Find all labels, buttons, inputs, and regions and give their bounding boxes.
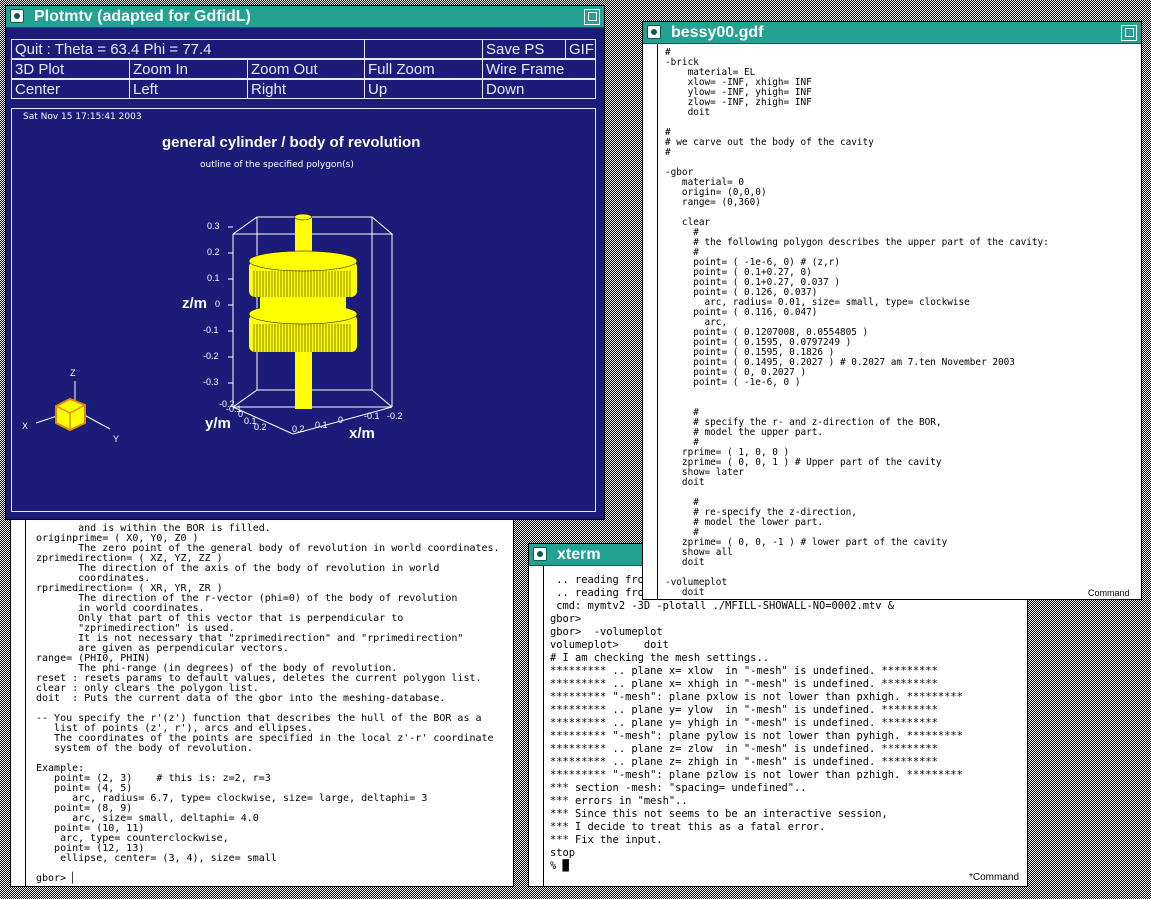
z-tick-label: -0.3	[203, 377, 219, 387]
triad-z-label: Z	[70, 368, 76, 378]
y-tick-label: 0.1	[244, 416, 257, 426]
x-tick-label: -0.1	[364, 411, 380, 421]
z-axis-ticks	[228, 226, 233, 384]
maximize-icon[interactable]	[1121, 25, 1137, 41]
plotmtv-window[interactable]: Plotmtv (adapted for GdfidL) Quit : Thet…	[5, 5, 605, 520]
axis-triad	[35, 381, 111, 432]
window-menu-icon[interactable]	[10, 9, 24, 23]
quit-theta-phi-button[interactable]: Quit : Theta = 63.4 Phi = 77.4	[11, 39, 365, 59]
scrollbar[interactable]	[11, 514, 26, 886]
bessy-editor-text[interactable]: # -brick material= EL xlow= -INF, xhigh=…	[665, 48, 1049, 598]
zoom-in-button[interactable]: Zoom In	[129, 59, 248, 79]
xterm-text: .. reading fro .. reading fro cmd: mymtv…	[550, 574, 963, 872]
left-button[interactable]: Left	[129, 79, 248, 99]
z-tick-label: 0.2	[207, 247, 220, 257]
plotmtv-body: Quit : Theta = 63.4 Phi = 77.4 Save PS G…	[6, 28, 604, 519]
3d-plot-button[interactable]: 3D Plot	[11, 59, 130, 79]
xterm-status: *Command	[969, 872, 1020, 883]
z-tick-label: -0.2	[203, 351, 219, 361]
z-tick-label: 0.1	[207, 273, 220, 283]
bessy-titlebar[interactable]: bessy00.gdf	[643, 22, 1141, 44]
cylinder-body	[248, 213, 358, 409]
plot-3d-canvas	[35, 213, 394, 435]
gif-button[interactable]: GIF	[565, 39, 596, 59]
blank-button[interactable]	[364, 39, 483, 59]
wire-frame-button[interactable]: Wire Frame	[482, 59, 596, 79]
z-tick-label: 0	[215, 299, 221, 309]
window-menu-icon[interactable]	[647, 25, 661, 39]
x-tick-label: 0.1	[315, 420, 328, 430]
maximize-icon[interactable]	[584, 9, 600, 25]
scrollbar[interactable]	[529, 566, 544, 886]
bessy-editor-window[interactable]: bessy00.gdf # -brick material= EL xlow= …	[642, 21, 1142, 600]
full-zoom-button[interactable]: Full Zoom	[364, 59, 483, 79]
center-button[interactable]: Center	[11, 79, 130, 99]
plotmtv-titlebar[interactable]: Plotmtv (adapted for GdfidL)	[6, 6, 604, 28]
window-menu-icon[interactable]	[533, 547, 547, 561]
y-tick-label: -0.2	[219, 399, 235, 409]
down-button[interactable]: Down	[482, 79, 596, 99]
triad-x-label: X	[22, 421, 29, 431]
x-tick-label: 0	[338, 415, 344, 425]
save-ps-button[interactable]: Save PS	[482, 39, 566, 59]
bessy-title: bessy00.gdf	[671, 24, 764, 41]
plot-area[interactable]: Sat Nov 15 17:15:41 2003 general cylinde…	[11, 108, 596, 512]
help-terminal-text: and is within the BOR is filled. originp…	[36, 523, 500, 884]
triad-y-label: Y	[113, 434, 120, 444]
xterm-title: xterm	[557, 546, 601, 563]
help-terminal-window[interactable]: and is within the BOR is filled. originp…	[10, 513, 514, 887]
x-tick-label: -0.2	[387, 411, 403, 421]
up-button[interactable]: Up	[364, 79, 483, 99]
z-tick-label: 0.3	[207, 221, 220, 231]
plotmtv-title: Plotmtv (adapted for GdfidL)	[34, 8, 251, 25]
bessy-status: Command	[1088, 588, 1130, 598]
scrollbar[interactable]	[643, 44, 658, 599]
right-button[interactable]: Right	[247, 79, 365, 99]
zoom-out-button[interactable]: Zoom Out	[247, 59, 365, 79]
z-tick-label: -0.1	[203, 325, 219, 335]
x-tick-label: 0.2	[292, 424, 305, 434]
